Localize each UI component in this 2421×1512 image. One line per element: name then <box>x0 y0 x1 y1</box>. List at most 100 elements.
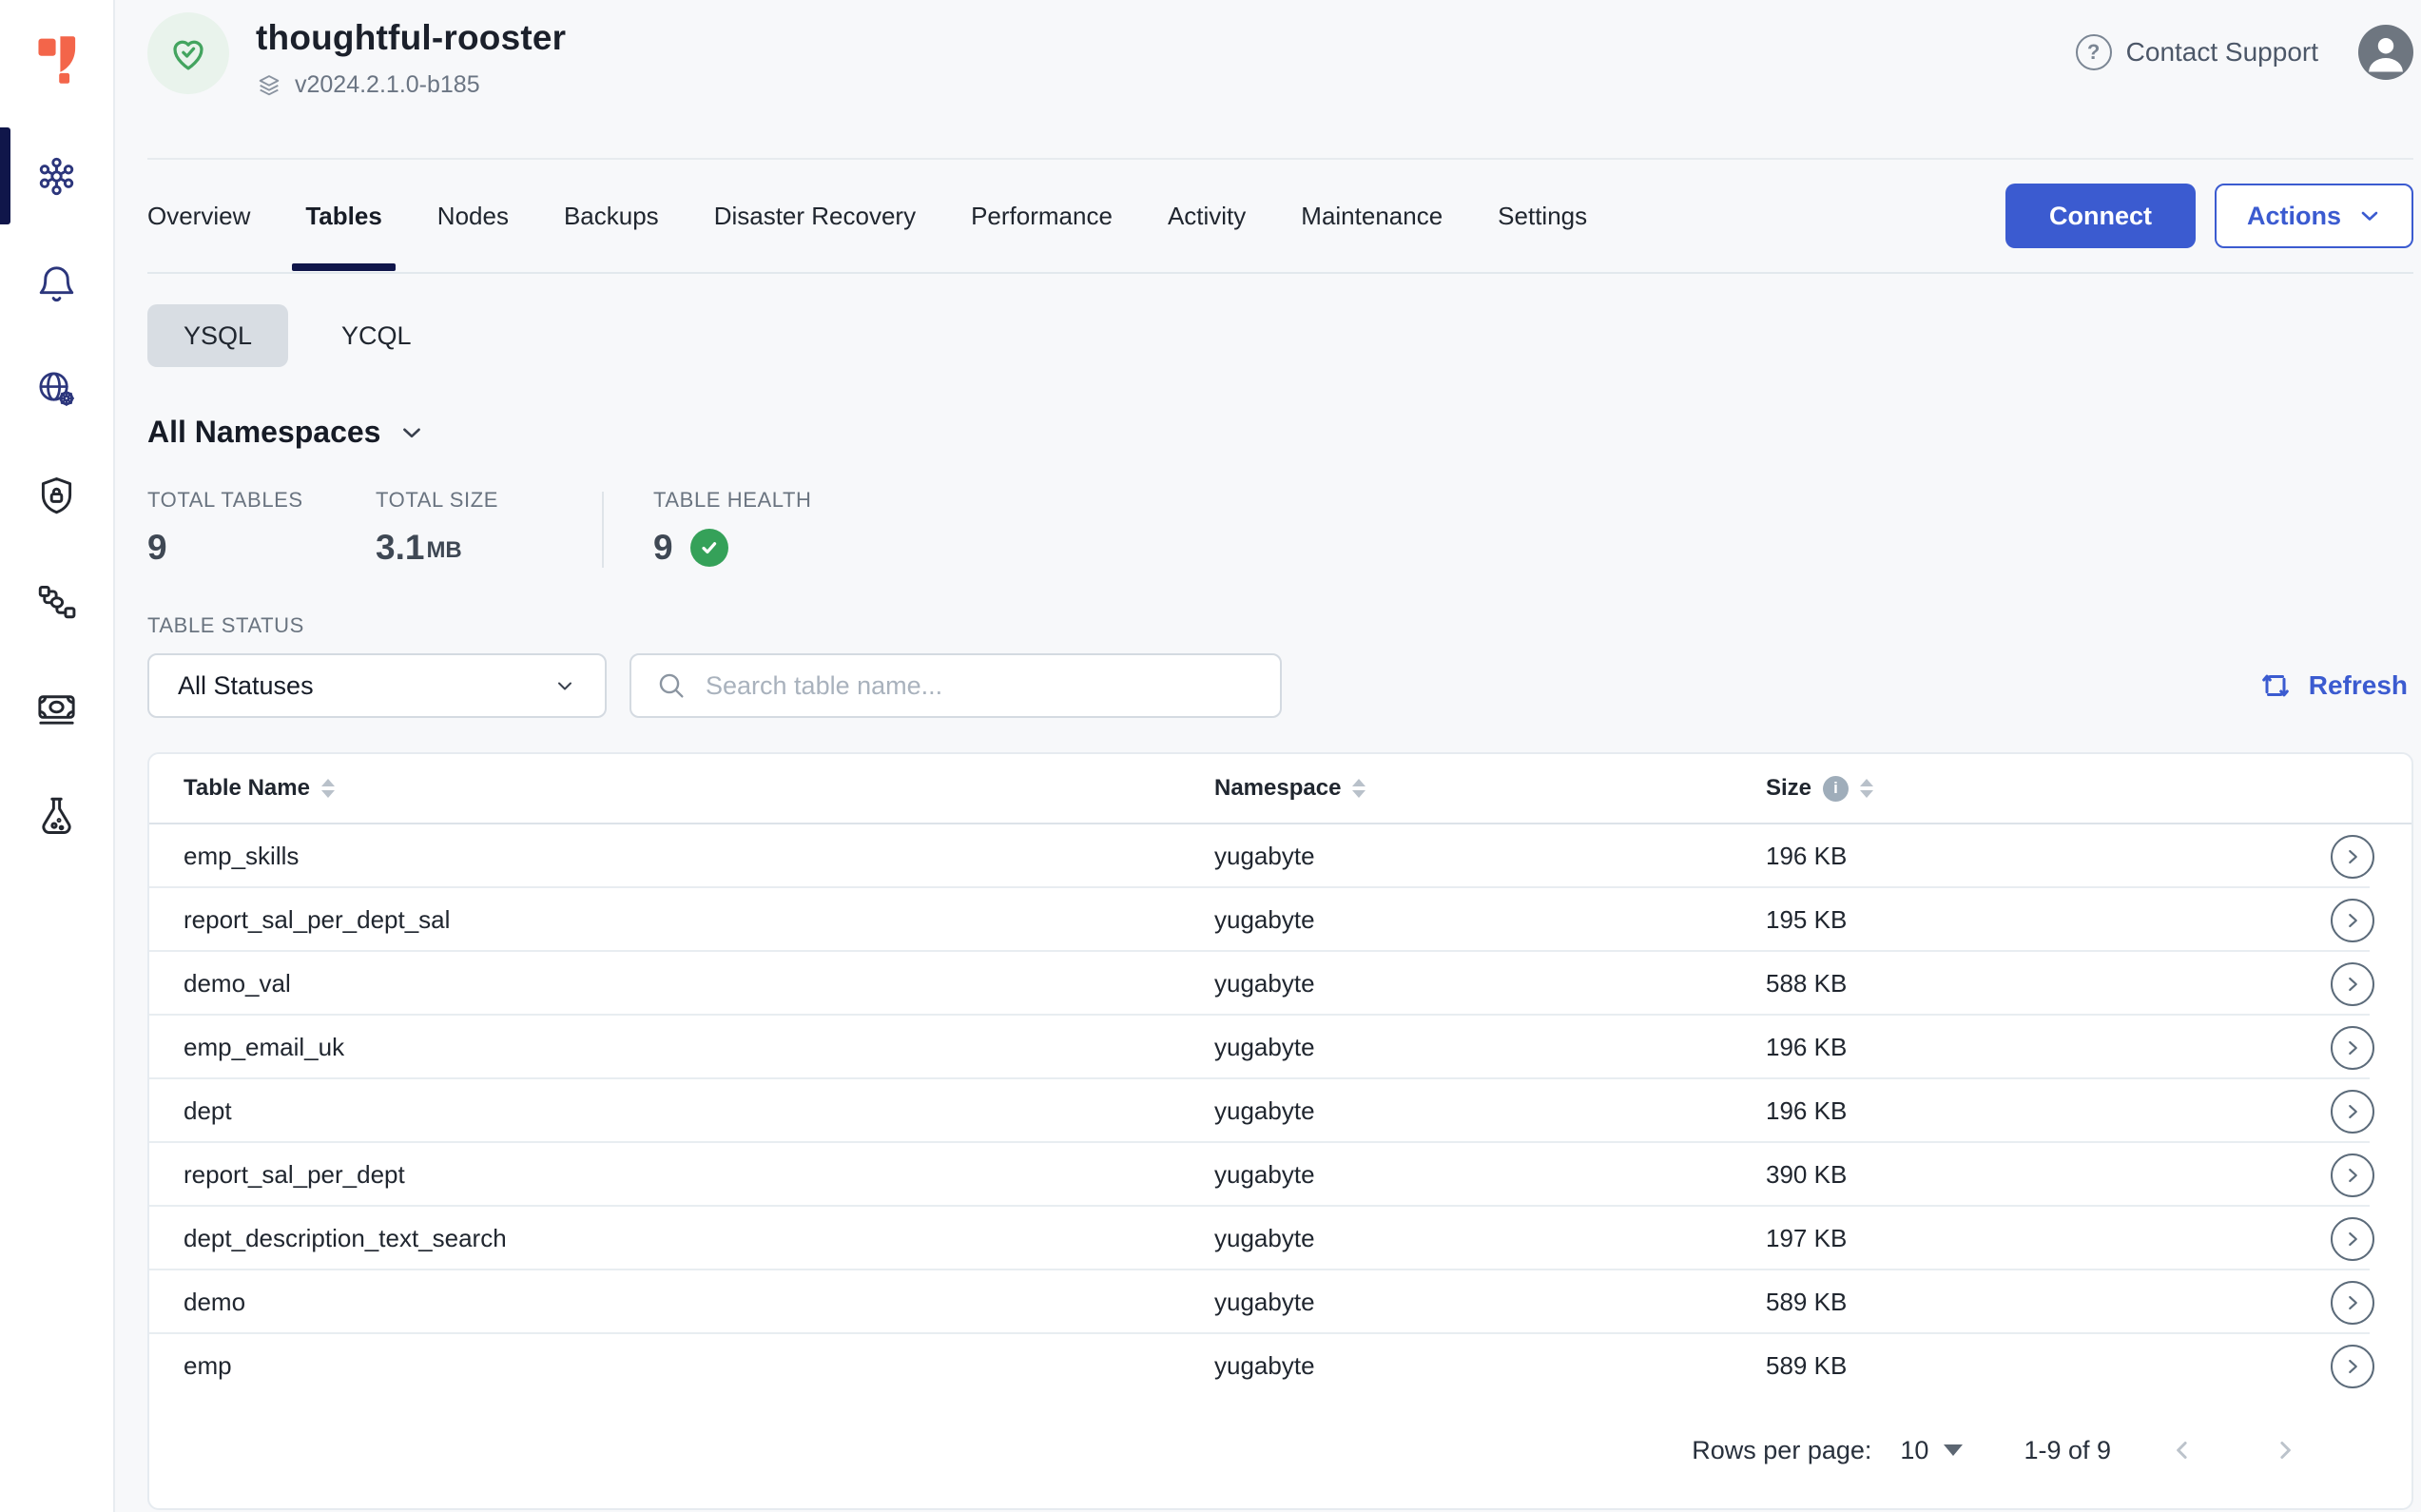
filter-row: All Statuses Refresh <box>147 653 2413 718</box>
cell-namespace: yugabyte <box>1214 1224 1766 1253</box>
stat-value: 3.1MB <box>376 528 592 568</box>
cluster-text: thoughtful-rooster v2024.2.1.0-b185 <box>256 12 566 99</box>
chevron-right-icon <box>2340 972 2365 997</box>
connect-button[interactable]: Connect <box>2005 184 2196 248</box>
cell-size: 197 KB <box>1766 1224 2294 1253</box>
cell-table-name: demo_val <box>184 969 1214 998</box>
table-row[interactable]: demo yugabyte 589 KB <box>149 1270 2411 1334</box>
tab-nodes[interactable]: Nodes <box>437 164 509 269</box>
sidebar-item-integrations[interactable] <box>0 549 113 655</box>
layers-icon <box>256 72 282 99</box>
sort-icon <box>321 779 335 798</box>
cell-size: 196 KB <box>1766 1033 2294 1062</box>
rows-per-page-value: 10 <box>1900 1436 1928 1465</box>
cell-namespace: yugabyte <box>1214 969 1766 998</box>
shield-lock-icon <box>34 474 79 518</box>
table-row[interactable]: report_sal_per_dept_sal yugabyte 195 KB <box>149 888 2411 952</box>
column-header-table-name[interactable]: Table Name <box>184 775 1214 802</box>
flask-icon <box>34 793 79 838</box>
tabs: Overview Tables Nodes Backups Disaster R… <box>147 164 1587 269</box>
table-row[interactable]: demo_val yugabyte 588 KB <box>149 952 2411 1016</box>
dropdown-arrow-icon <box>1944 1444 1963 1456</box>
refresh-button[interactable]: Refresh <box>2258 669 2408 703</box>
rows-per-page-select[interactable]: 10 <box>1900 1436 1963 1465</box>
stat-value: 9 <box>147 528 376 568</box>
table-row[interactable]: emp_skills yugabyte 196 KB <box>149 824 2411 888</box>
actions-button[interactable]: Actions <box>2215 184 2413 248</box>
cell-namespace: yugabyte <box>1214 1033 1766 1062</box>
row-detail-button[interactable] <box>2331 1090 2374 1134</box>
chevron-down-icon <box>399 420 424 445</box>
row-detail-button[interactable] <box>2331 1153 2374 1197</box>
cell-table-name: dept <box>184 1096 1214 1126</box>
search-input[interactable] <box>706 671 1255 701</box>
sort-icon <box>1860 779 1873 798</box>
previous-page-button[interactable] <box>2168 1436 2197 1464</box>
version-label: v2024.2.1.0-b185 <box>295 71 480 99</box>
column-label: Table Name <box>184 775 310 802</box>
table-row[interactable]: report_sal_per_dept yugabyte 390 KB <box>149 1143 2411 1207</box>
refresh-label: Refresh <box>2309 670 2408 701</box>
sidebar-item-security[interactable] <box>0 442 113 549</box>
cell-namespace: yugabyte <box>1214 1288 1766 1317</box>
row-detail-button[interactable] <box>2331 899 2374 942</box>
stat-label: TABLE HEALTH <box>653 488 812 513</box>
cell-namespace: yugabyte <box>1214 1096 1766 1126</box>
table-row[interactable]: emp yugabyte 589 KB <box>149 1334 2411 1398</box>
row-detail-button[interactable] <box>2331 962 2374 1006</box>
search-box <box>629 653 1282 718</box>
rows-per-page-label: Rows per page: <box>1692 1436 1871 1465</box>
tab-backups[interactable]: Backups <box>564 164 659 269</box>
info-icon[interactable]: i <box>1823 776 1849 802</box>
cell-size: 589 KB <box>1766 1351 2294 1381</box>
tab-settings[interactable]: Settings <box>1498 164 1587 269</box>
api-toggle: YSQL YCQL <box>147 304 2413 367</box>
table-row[interactable]: emp_email_uk yugabyte 196 KB <box>149 1016 2411 1079</box>
stat-total-tables: TOTAL TABLES 9 <box>147 488 376 568</box>
row-detail-button[interactable] <box>2331 1217 2374 1261</box>
tab-activity[interactable]: Activity <box>1168 164 1246 269</box>
chevron-right-icon <box>2271 1436 2299 1464</box>
status-select[interactable]: All Statuses <box>147 653 607 718</box>
sidebar-item-admin[interactable] <box>0 336 113 442</box>
search-icon <box>656 670 687 701</box>
row-detail-button[interactable] <box>2331 1026 2374 1070</box>
column-header-namespace[interactable]: Namespace <box>1214 775 1766 802</box>
stat-table-health: TABLE HEALTH 9 <box>653 488 812 568</box>
stat-total-size: TOTAL SIZE 3.1MB <box>376 488 592 568</box>
chevron-right-icon <box>2340 908 2365 933</box>
tab-performance[interactable]: Performance <box>971 164 1113 269</box>
sidebar-item-clusters[interactable] <box>0 123 113 229</box>
refresh-icon <box>2258 669 2293 703</box>
sidebar-item-alerts[interactable] <box>0 229 113 336</box>
health-ok-badge <box>690 529 728 567</box>
chevron-right-icon <box>2340 1036 2365 1060</box>
tab-tables[interactable]: Tables <box>305 164 381 269</box>
column-header-size[interactable]: Size i <box>1766 775 2294 802</box>
app-window: thoughtful-rooster v2024.2.1.0-b185 ? Co… <box>0 0 2421 1512</box>
bell-icon <box>34 261 79 305</box>
table-row[interactable]: dept_description_text_search yugabyte 19… <box>149 1207 2411 1270</box>
tab-maintenance[interactable]: Maintenance <box>1301 164 1443 269</box>
person-icon <box>2358 25 2413 80</box>
toggle-ycql[interactable]: YCQL <box>305 304 448 367</box>
toggle-ysql[interactable]: YSQL <box>147 304 288 367</box>
tab-disaster-recovery[interactable]: Disaster Recovery <box>714 164 916 269</box>
row-detail-button[interactable] <box>2331 1281 2374 1325</box>
table-row[interactable]: dept yugabyte 196 KB <box>149 1079 2411 1143</box>
cell-namespace: yugabyte <box>1214 1160 1766 1190</box>
user-avatar[interactable] <box>2358 25 2413 80</box>
yugabyte-logo[interactable] <box>0 0 115 101</box>
row-detail-button[interactable] <box>2331 1345 2374 1388</box>
row-detail-button[interactable] <box>2331 835 2374 879</box>
namespace-selector[interactable]: All Namespaces <box>147 415 424 450</box>
tab-overview[interactable]: Overview <box>147 164 250 269</box>
contact-support-button[interactable]: ? Contact Support <box>2076 34 2318 70</box>
page-title: thoughtful-rooster <box>256 18 566 58</box>
tabbar-buttons: Connect Actions <box>2005 184 2413 248</box>
next-page-button[interactable] <box>2271 1436 2299 1464</box>
cell-namespace: yugabyte <box>1214 905 1766 935</box>
sidebar-item-billing[interactable] <box>0 655 113 762</box>
sidebar-item-labs[interactable] <box>0 762 113 868</box>
cluster-icon <box>34 154 79 199</box>
